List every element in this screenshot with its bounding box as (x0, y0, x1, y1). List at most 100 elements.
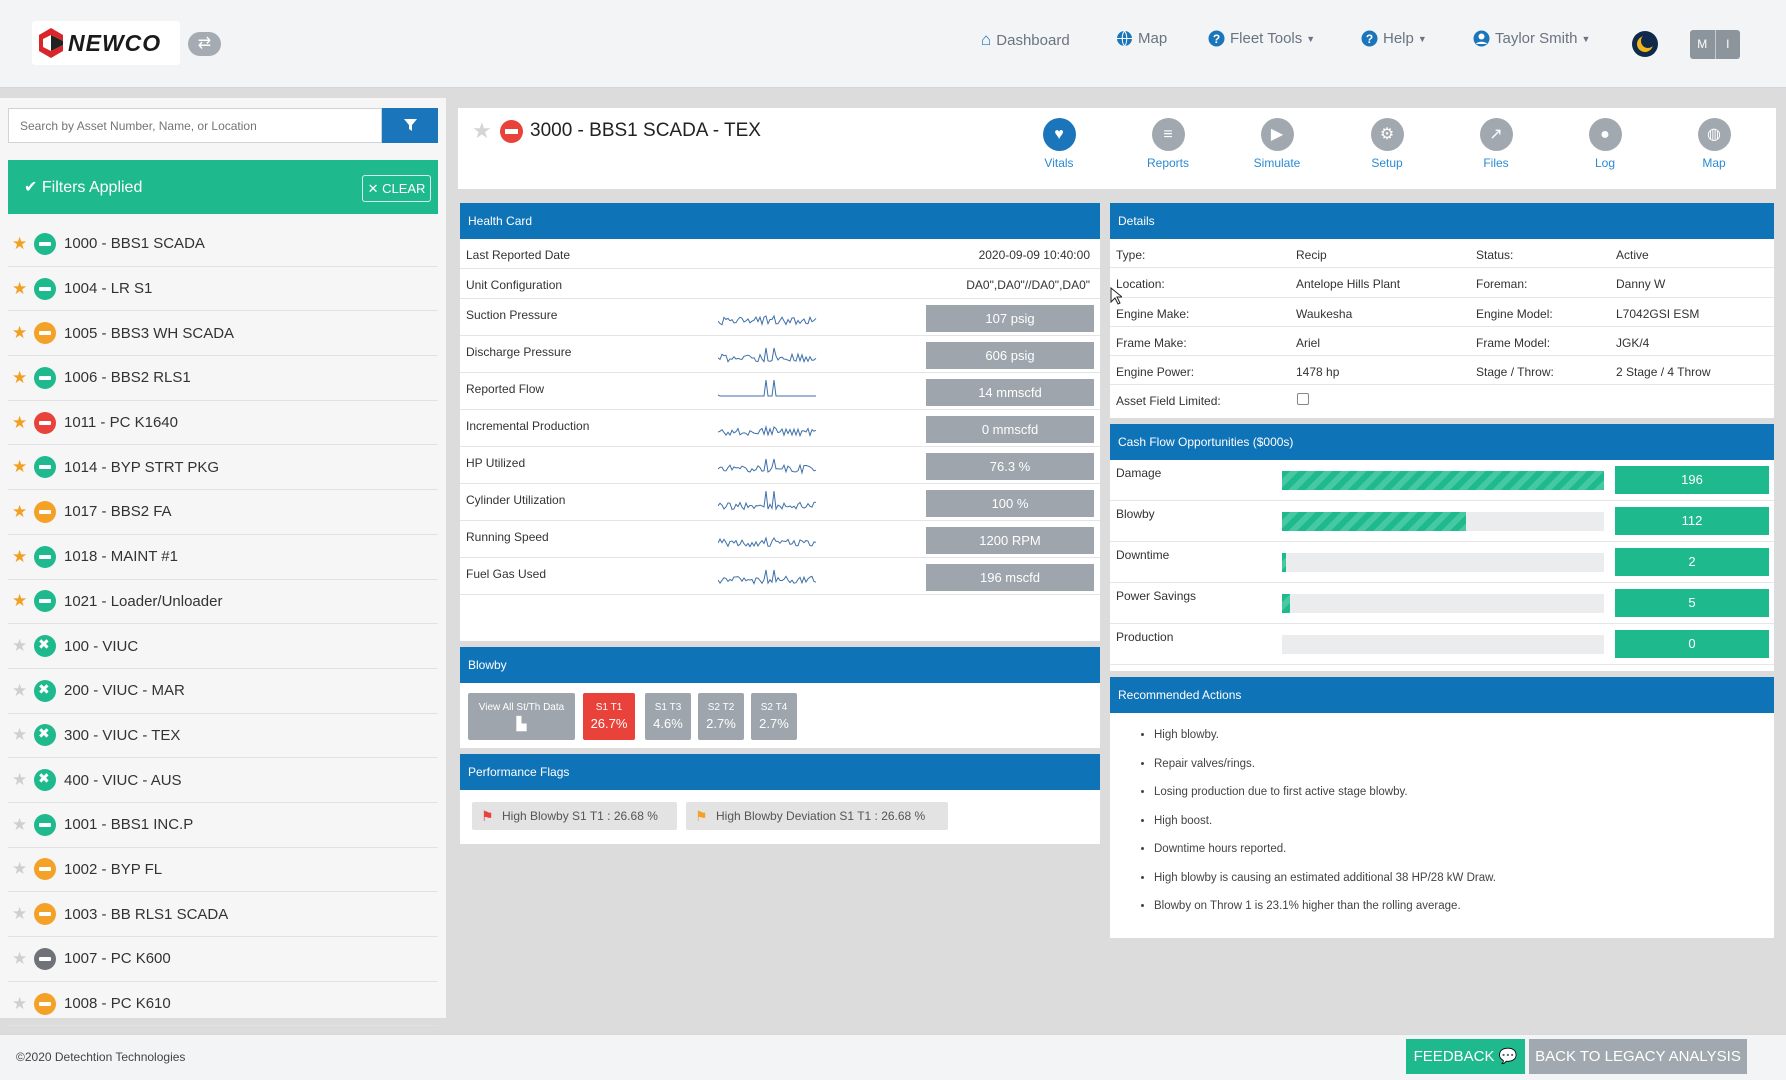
favorite-star-icon[interactable]: ★ (12, 413, 34, 433)
sidebar-asset-item[interactable]: ★ 1002 - BYP FL (8, 848, 438, 893)
asset-status-icon (34, 411, 56, 434)
favorite-star-icon[interactable]: ★ (12, 591, 34, 611)
sidebar-asset-item[interactable]: ★ 1003 - BB RLS1 SCADA (8, 892, 438, 937)
favorite-star-icon[interactable]: ★ (12, 234, 34, 254)
favorite-star-icon[interactable]: ★ (472, 118, 492, 144)
sidebar-asset-item[interactable]: ★ 1001 - BBS1 INC.P (8, 803, 438, 848)
feedback-button[interactable]: FEEDBACK 💬 (1406, 1039, 1525, 1074)
metric-sparkline[interactable] (718, 338, 818, 370)
blowby-stage-throw-button[interactable]: S2 T2 2.7% (698, 693, 744, 740)
filters-applied-text: ✔ Filters Applied (24, 177, 142, 197)
tab-setup[interactable]: ⚙ Setup (1352, 118, 1422, 170)
sidebar-asset-item[interactable]: ★ 400 - VIUC - AUS (8, 758, 438, 803)
nav-help[interactable]: ? Help ▼ (1361, 30, 1427, 47)
favorite-star-icon[interactable]: ★ (12, 636, 34, 656)
asset-label: 1000 - BBS1 SCADA (64, 235, 205, 253)
logo-mark-icon (39, 28, 63, 58)
flag-high-blowby-deviation[interactable]: ⚑ High Blowby Deviation S1 T1 : 26.68 % (686, 802, 948, 830)
blowby-stage-throw-button[interactable]: S1 T3 4.6% (645, 693, 691, 740)
sidebar-asset-item[interactable]: ★ 200 - VIUC - MAR (8, 669, 438, 714)
metric-sparkline[interactable] (718, 301, 818, 333)
tab-files-label: Files (1483, 156, 1509, 170)
units-metric-option[interactable]: M (1690, 30, 1715, 59)
cash-flow-value[interactable]: 112 (1615, 507, 1769, 535)
sidebar-asset-item[interactable]: ★ 1005 - BBS3 WH SCADA (8, 311, 438, 357)
favorite-star-icon[interactable]: ★ (12, 279, 34, 299)
units-toggle[interactable]: M I (1690, 30, 1740, 59)
back-to-legacy-button[interactable]: BACK TO LEGACY ANALYSIS (1529, 1039, 1747, 1074)
favorite-star-icon[interactable]: ★ (12, 994, 34, 1014)
metric-sparkline[interactable] (718, 449, 818, 481)
top-navbar: NEWCO ⇄ ⌂ Dashboard Map ? Fleet Tools ▼ … (0, 0, 1786, 88)
newco-logo[interactable]: NEWCO (32, 21, 180, 65)
last-reported-label: Last Reported Date (466, 248, 571, 262)
metric-sparkline[interactable] (718, 523, 818, 555)
cash-flow-value[interactable]: 5 (1615, 589, 1769, 617)
home-icon: ⌂ (981, 30, 992, 49)
sidebar-asset-item[interactable]: ★ 300 - VIUC - TEX (8, 714, 438, 759)
cash-flow-value[interactable]: 196 (1615, 466, 1769, 494)
tab-files[interactable]: ↗ Files (1461, 118, 1531, 170)
sidebar-asset-item[interactable]: ★ 1007 - PC K600 (8, 937, 438, 982)
blowby-stage-throw-button[interactable]: S2 T4 2.7% (751, 693, 797, 740)
metric-sparkline[interactable] (718, 486, 818, 518)
last-reported-value: 2020-09-09 10:40:00 (978, 248, 1090, 262)
favorite-star-icon[interactable]: ★ (12, 502, 34, 522)
favorite-star-icon[interactable]: ★ (12, 725, 34, 745)
sidebar-asset-item[interactable]: ★ 1014 - BYP STRT PKG (8, 445, 438, 491)
field-limited-checkbox[interactable] (1297, 393, 1309, 405)
metric-sparkline[interactable] (718, 412, 818, 444)
asset-search-input[interactable] (8, 108, 382, 143)
nav-dashboard[interactable]: ⌂ Dashboard (981, 30, 1070, 50)
favorite-star-icon[interactable]: ★ (12, 457, 34, 477)
favorite-star-icon[interactable]: ★ (12, 547, 34, 567)
tab-map[interactable]: ◍ Map (1679, 118, 1749, 170)
asset-label: 1018 - MAINT #1 (64, 548, 178, 566)
cash-flow-value[interactable]: 2 (1615, 548, 1769, 576)
favorite-star-icon[interactable]: ★ (12, 859, 34, 879)
favorite-star-icon[interactable]: ★ (12, 904, 34, 924)
metric-sparkline[interactable] (718, 560, 818, 592)
favorite-star-icon[interactable]: ★ (12, 368, 34, 388)
blowby-stage-throw-button[interactable]: S1 T1 26.7% (583, 693, 635, 740)
sidebar-asset-item[interactable]: ★ 1021 - Loader/Unloader (8, 580, 438, 625)
sidebar-asset-item[interactable]: ★ 1011 - PC K1640 (8, 401, 438, 446)
metric-sparkline[interactable] (718, 375, 818, 407)
tab-simulate-label: Simulate (1253, 156, 1301, 170)
sidebar-asset-item[interactable]: ★ 1017 - BBS2 FA (8, 490, 438, 535)
sidebar-asset-item[interactable]: ★ 1000 - BBS1 SCADA (8, 222, 438, 267)
nav-map[interactable]: Map (1116, 30, 1167, 47)
sidebar-asset-item[interactable]: ★ 1006 - BBS2 RLS1 (8, 356, 438, 401)
dark-mode-moon-icon[interactable] (1631, 30, 1659, 58)
tab-simulate[interactable]: ▶ Simulate (1242, 118, 1312, 170)
tab-log[interactable]: ● Log (1570, 118, 1640, 170)
favorite-star-icon[interactable]: ★ (12, 681, 34, 701)
nav-fleet-tools[interactable]: ? Fleet Tools ▼ (1208, 30, 1315, 47)
tab-vitals[interactable]: ♥ Vitals (1024, 118, 1094, 170)
user-menu[interactable]: Taylor Smith ▼ (1473, 30, 1590, 47)
favorite-star-icon[interactable]: ★ (12, 949, 34, 969)
detail-value: Recip (1296, 248, 1327, 262)
details-row: Frame Make: Ariel Frame Model: JGK/4 (1110, 327, 1774, 357)
cash-flow-value[interactable]: 0 (1615, 630, 1769, 658)
filter-button[interactable] (382, 108, 438, 143)
sidebar-asset-item[interactable]: ★ 1004 - LR S1 (8, 267, 438, 312)
favorite-star-icon[interactable]: ★ (12, 770, 34, 790)
sidebar-asset-item[interactable]: ★ 1008 - PC K610 (8, 982, 438, 1027)
recommended-action-item: Blowby on Throw 1 is 23.1% higher than t… (1154, 900, 1496, 929)
favorite-star-icon[interactable]: ★ (12, 323, 34, 343)
clear-filters-button[interactable]: ✕ CLEAR (362, 175, 431, 202)
units-imperial-option[interactable]: I (1714, 30, 1741, 59)
flag-high-blowby[interactable]: ⚑ High Blowby S1 T1 : 26.68 % (472, 802, 677, 830)
favorite-star-icon[interactable]: ★ (12, 815, 34, 835)
detail-value: JGK/4 (1616, 335, 1650, 350)
health-metric-row: Fuel Gas Used 196 mscfd (460, 558, 1100, 595)
asset-label: 1005 - BBS3 WH SCADA (64, 324, 235, 342)
chart-line-icon: ↗ (1479, 118, 1513, 151)
tab-reports[interactable]: ≡ Reports (1133, 118, 1203, 170)
swap-view-button[interactable]: ⇄ (188, 32, 221, 56)
sidebar-asset-item[interactable]: ★ 1018 - MAINT #1 (8, 535, 438, 580)
asset-status-icon (34, 724, 56, 747)
sidebar-asset-item[interactable]: ★ 100 - VIUC (8, 624, 438, 669)
view-all-stage-throw-button[interactable]: View All St/Th Data ▙ (468, 693, 575, 740)
